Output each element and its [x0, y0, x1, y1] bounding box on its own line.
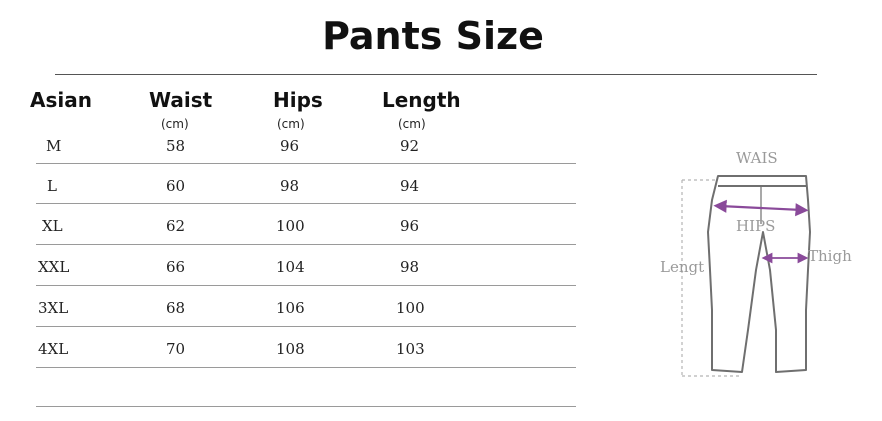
size-cell: 4XL [38, 340, 69, 358]
size-cell: M [46, 137, 62, 155]
waist-cell: 62 [166, 217, 186, 235]
table-row: 3XL 68 106 100 [0, 293, 600, 323]
size-cell: XXL [38, 258, 70, 276]
row-divider [36, 244, 576, 245]
table-row: M 58 96 92 [0, 131, 600, 161]
length-cell: 103 [396, 340, 425, 358]
waist-cell: 60 [166, 177, 186, 195]
waist-cell: 66 [166, 258, 186, 276]
waist-cell: 68 [166, 299, 186, 317]
hips-cell: 104 [276, 258, 305, 276]
page-title: Pants Size [322, 14, 544, 58]
length-cell: 96 [400, 217, 420, 235]
length-label: Lengt [660, 258, 704, 276]
size-cell: L [47, 177, 57, 195]
length-cell: 100 [396, 299, 425, 317]
waist-label: WAIS [736, 149, 778, 167]
length-unit: (cm) [398, 117, 426, 131]
hips-cell: 100 [276, 217, 305, 235]
table-row: XXL 66 104 98 [0, 252, 600, 282]
waist-cell: 58 [166, 137, 186, 155]
length-cell: 92 [400, 137, 420, 155]
column-header-hips: Hips [273, 88, 323, 112]
column-header-length: Length [382, 88, 461, 112]
column-header-asian: Asian [30, 88, 92, 112]
table-row: 4XL 70 108 103 [0, 334, 600, 364]
pants-measurement-diagram: WAIS HIPS Thigh Lengt [660, 149, 852, 377]
hips-cell: 98 [280, 177, 300, 195]
hips-cell: 96 [280, 137, 300, 155]
row-divider [36, 163, 576, 164]
table-row: L 60 98 94 [0, 171, 600, 201]
hips-label: HIPS [736, 217, 775, 235]
row-divider [36, 326, 576, 327]
size-cell: XL [42, 217, 63, 235]
table-bottom-divider [36, 406, 576, 407]
row-divider [36, 285, 576, 286]
waist-unit: (cm) [161, 117, 189, 131]
hips-cell: 108 [276, 340, 305, 358]
length-cell: 94 [400, 177, 420, 195]
table-row: XL 62 100 96 [0, 211, 600, 241]
thigh-label: Thigh [808, 247, 852, 265]
size-cell: 3XL [38, 299, 69, 317]
hips-cell: 106 [276, 299, 305, 317]
length-cell: 98 [400, 258, 420, 276]
row-divider [36, 203, 576, 204]
row-divider [36, 367, 576, 368]
waist-cell: 70 [166, 340, 186, 358]
column-header-waist: Waist [149, 88, 213, 112]
title-divider [55, 74, 817, 75]
hips-unit: (cm) [277, 117, 305, 131]
